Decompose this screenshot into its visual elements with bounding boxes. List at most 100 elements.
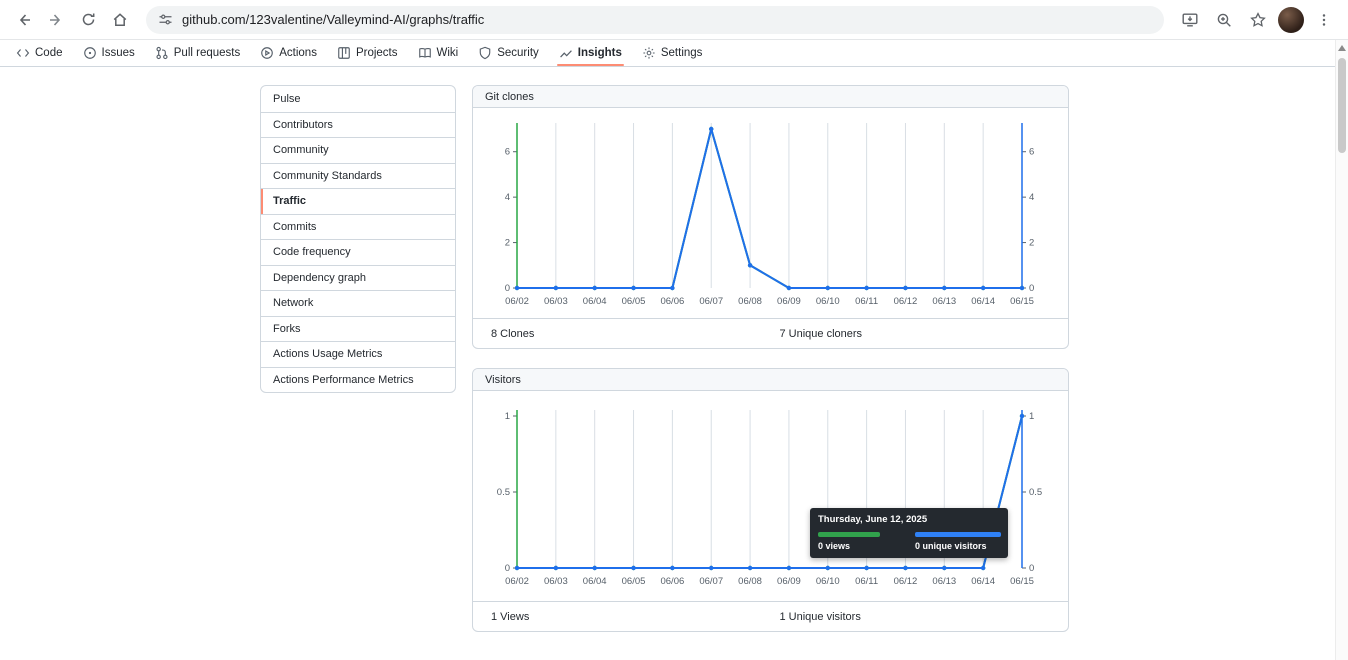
page-scrollbar[interactable] (1335, 40, 1348, 660)
tab-label: Code (35, 47, 63, 59)
bookmark-button[interactable] (1244, 6, 1272, 34)
svg-text:0: 0 (1029, 283, 1034, 294)
sidebar-item-forks[interactable]: Forks (261, 316, 455, 342)
zoom-button[interactable] (1210, 6, 1238, 34)
avatar[interactable] (1278, 7, 1304, 33)
sidebar-item-label: Community Standards (273, 170, 382, 182)
tab-label: Issues (102, 47, 135, 59)
sidebar-item-label: Forks (273, 323, 301, 335)
svg-text:0: 0 (505, 563, 510, 574)
book-icon (418, 46, 432, 60)
tab-actions[interactable]: Actions (252, 40, 325, 66)
sidebar-item-label: Traffic (273, 195, 306, 207)
svg-text:06/08: 06/08 (738, 576, 762, 587)
tooltip-views-bar (818, 532, 880, 537)
svg-text:2: 2 (505, 238, 510, 249)
svg-text:06/12: 06/12 (894, 576, 918, 587)
visitors-chart[interactable]: 06/0206/0306/0406/0506/0606/0706/0806/09… (473, 391, 1068, 601)
sidebar-item-label: Pulse (273, 93, 301, 105)
tab-projects[interactable]: Projects (329, 40, 406, 66)
scroll-up-arrow-icon[interactable] (1338, 45, 1346, 51)
svg-text:06/05: 06/05 (622, 576, 646, 587)
svg-text:06/13: 06/13 (932, 296, 956, 307)
project-table-icon (337, 46, 351, 60)
sidebar-item-traffic[interactable]: Traffic (261, 188, 455, 214)
visitors-card: Visitors 06/0206/0306/0406/0506/0606/070… (472, 368, 1069, 632)
svg-text:06/09: 06/09 (777, 296, 801, 307)
back-button[interactable] (10, 6, 38, 34)
sidebar-item-actions-usage-metrics[interactable]: Actions Usage Metrics (261, 341, 455, 367)
svg-text:06/04: 06/04 (583, 576, 607, 587)
svg-text:6: 6 (505, 147, 510, 158)
unique-cloners-label: 7 Unique cloners (780, 328, 1069, 340)
clones-total-label: 8 Clones (491, 328, 780, 340)
sidebar-item-actions-performance-metrics[interactable]: Actions Performance Metrics (261, 367, 455, 393)
tab-label: Actions (279, 47, 317, 59)
svg-text:2: 2 (1029, 238, 1034, 249)
tab-label: Insights (578, 47, 622, 59)
forward-arrow-icon (47, 11, 65, 29)
svg-text:6: 6 (1029, 147, 1034, 158)
gear-icon (642, 46, 656, 60)
sidebar-item-network[interactable]: Network (261, 290, 455, 316)
svg-text:06/11: 06/11 (855, 296, 878, 307)
svg-text:06/14: 06/14 (971, 296, 995, 307)
sidebar-item-contributors[interactable]: Contributors (261, 112, 455, 138)
git-clones-chart[interactable]: 06/0206/0306/0406/0506/0606/0706/0806/09… (473, 108, 1068, 318)
sidebar-item-pulse[interactable]: Pulse (261, 86, 455, 112)
sidebar-item-label: Network (273, 297, 313, 309)
sidebar-item-commits[interactable]: Commits (261, 214, 455, 240)
forward-button[interactable] (42, 6, 70, 34)
play-circle-icon (260, 46, 274, 60)
chrome-actions (1176, 6, 1338, 34)
tooltip-views-label: 0 views (818, 541, 915, 551)
sidebar-item-dependency-graph[interactable]: Dependency graph (261, 265, 455, 291)
svg-text:06/04: 06/04 (583, 296, 607, 307)
svg-text:06/02: 06/02 (505, 576, 529, 587)
url-bar[interactable]: github.com/123valentine/Valleymind-AI/gr… (146, 6, 1164, 34)
unique-visitors-label: 1 Unique visitors (780, 611, 1069, 623)
svg-text:06/07: 06/07 (699, 296, 723, 307)
views-total-label: 1 Views (491, 611, 780, 623)
tab-pull-requests[interactable]: Pull requests (147, 40, 248, 66)
star-icon (1249, 11, 1267, 29)
install-page-button[interactable] (1176, 6, 1204, 34)
home-button[interactable] (106, 6, 134, 34)
tab-wiki[interactable]: Wiki (410, 40, 467, 66)
svg-text:1: 1 (505, 411, 510, 422)
sidebar-item-label: Commits (273, 221, 316, 233)
refresh-button[interactable] (74, 6, 102, 34)
sidebar-item-community-standards[interactable]: Community Standards (261, 163, 455, 189)
svg-text:06/10: 06/10 (816, 296, 840, 307)
sidebar-item-label: Code frequency (273, 246, 351, 258)
tab-label: Projects (356, 47, 398, 59)
svg-text:0: 0 (1029, 563, 1034, 574)
tab-insights[interactable]: Insights (551, 40, 630, 66)
svg-text:06/11: 06/11 (855, 576, 878, 587)
tab-label: Security (497, 47, 539, 59)
svg-text:06/03: 06/03 (544, 296, 568, 307)
tab-label: Settings (661, 47, 703, 59)
svg-text:06/07: 06/07 (699, 576, 723, 587)
sidebar-item-label: Community (273, 144, 329, 156)
sidebar-item-code-frequency[interactable]: Code frequency (261, 239, 455, 265)
sidebar-item-community[interactable]: Community (261, 137, 455, 163)
svg-text:06/15: 06/15 (1010, 296, 1034, 307)
tab-code[interactable]: Code (8, 40, 71, 66)
scrollbar-thumb[interactable] (1338, 58, 1346, 153)
svg-text:06/02: 06/02 (505, 296, 529, 307)
browser-chrome: github.com/123valentine/Valleymind-AI/gr… (0, 0, 1348, 40)
svg-text:0.5: 0.5 (1029, 487, 1042, 498)
browser-menu-button[interactable] (1310, 6, 1338, 34)
tab-issues[interactable]: Issues (75, 40, 143, 66)
git-clones-card-header: Git clones (473, 86, 1068, 108)
visitors-card-footer: 1 Views 1 Unique visitors (473, 601, 1068, 631)
site-settings-icon (158, 12, 173, 27)
tab-label: Wiki (437, 47, 459, 59)
tab-security[interactable]: Security (470, 40, 547, 66)
git-clones-card: Git clones 06/0206/0306/0406/0506/0606/0… (472, 85, 1069, 349)
issue-opened-icon (83, 46, 97, 60)
code-icon (16, 46, 30, 60)
tab-settings[interactable]: Settings (634, 40, 711, 66)
shield-icon (478, 46, 492, 60)
